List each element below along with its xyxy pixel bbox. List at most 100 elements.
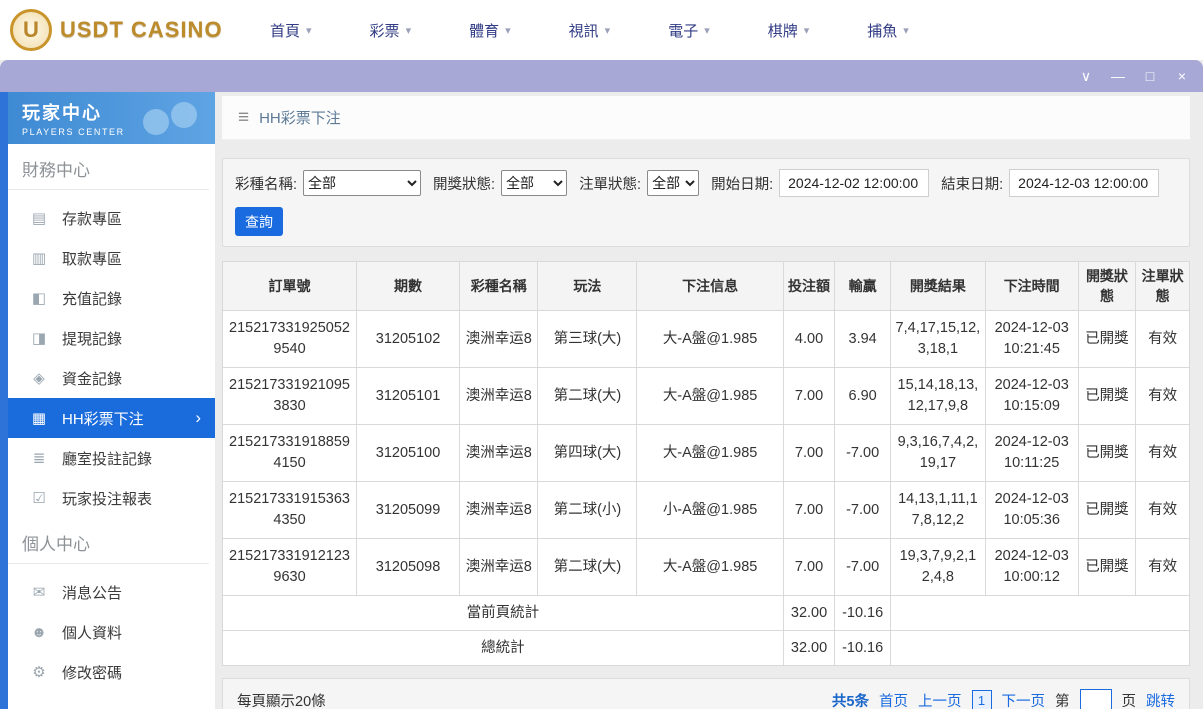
cell-winloss: 6.90	[834, 367, 891, 426]
cell-winloss: 3.94	[834, 309, 891, 369]
menu-icon[interactable]: ≡	[238, 107, 249, 129]
window-close-button[interactable]: ×	[1169, 65, 1195, 87]
cell-lottery-name: 澳洲幸运8	[459, 424, 539, 483]
current-page-number[interactable]: 1	[971, 690, 992, 709]
page-title: HH彩票下注	[259, 110, 341, 127]
sidebar-item-recharge-records[interactable]: ◧ 充值記錄	[8, 278, 215, 318]
cell-draw-result: 14,13,1,11,17,8,12,2	[889, 481, 986, 540]
cell-draw-status: 已開獎	[1077, 367, 1137, 426]
sidebar-item-withdraw[interactable]: ▥ 取款專區	[8, 238, 215, 278]
col-header-lottery-name: 彩種名稱	[459, 261, 539, 311]
sidebar-item-player-bet-report[interactable]: ☑ 玩家投注報表	[8, 478, 215, 518]
cell-draw-result: 9,3,16,7,4,2,19,17	[889, 424, 986, 483]
window-minimize-button[interactable]: —	[1105, 65, 1131, 87]
filter-end-date: 結束日期:	[941, 169, 1160, 197]
cell-period: 31205099	[356, 481, 461, 540]
bets-table: 訂單號 期數 彩種名稱 玩法 下注信息 投注額 輸贏 開獎結果 下注時間 開獎狀…	[221, 261, 1191, 667]
sidebar-item-cashout-records[interactable]: ◨ 提現記錄	[8, 318, 215, 358]
first-page-link[interactable]: 首页	[879, 690, 908, 709]
nav-item-video[interactable]: 視訊 ▾	[569, 20, 611, 41]
window-maximize-button[interactable]: □	[1137, 65, 1163, 87]
nav-item-home[interactable]: 首頁 ▾	[270, 20, 312, 41]
cell-period: 31205100	[356, 424, 461, 483]
sidebar-item-label: 資金記錄	[62, 370, 123, 388]
sidebar-item-announcements[interactable]: ✉ 消息公告	[8, 572, 215, 612]
app-window: U USDT CASINO 首頁 ▾ 彩票 ▾ 體育 ▾ 視訊 ▾ 電子 ▾ 棋…	[0, 0, 1203, 709]
cell-bet-time: 2024-12-03 10:15:09	[984, 367, 1079, 426]
nav-item-slots[interactable]: 電子 ▾	[668, 20, 710, 41]
jump-button[interactable]: 跳转	[1146, 690, 1175, 709]
sidebar-item-hall-bet-records[interactable]: ≣ 廳室投註記錄	[8, 438, 215, 478]
search-button[interactable]: 查詢	[235, 207, 283, 236]
cell-bet-amount: 7.00	[782, 424, 836, 483]
cell-play-type: 第三球(大)	[537, 309, 638, 369]
cell-bet-amount: 7.00	[782, 481, 836, 540]
sidebar-item-label: 取款專區	[62, 250, 123, 268]
cell-period: 31205098	[356, 538, 461, 597]
cell-play-type: 第二球(小)	[537, 481, 638, 540]
cell-bet-status: 有效	[1135, 481, 1190, 540]
cell-play-type: 第四球(大)	[537, 424, 638, 483]
left-accent-strip	[0, 92, 8, 709]
nav-item-cards[interactable]: 棋牌 ▾	[768, 20, 810, 41]
filter-row: 彩種名稱: 全部 開獎狀態: 全部 注單狀態: 全部 開始日期: 2024-12…	[235, 169, 1177, 197]
table-row: 2152173319188594150 31205100 澳洲幸运8 第四球(大…	[221, 424, 1190, 483]
end-date-label: 結束日期:	[941, 176, 1004, 193]
sidebar-item-label: 修改密碼	[62, 664, 123, 682]
window-collapse-button[interactable]: ∨	[1073, 65, 1099, 87]
start-date-input[interactable]	[779, 169, 930, 197]
table-header-row: 訂單號 期數 彩種名稱 玩法 下注信息 投注額 輸贏 開獎結果 下注時間 開獎狀…	[221, 261, 1190, 311]
sidebar-item-profile[interactable]: ☻ 個人資料	[8, 612, 215, 652]
cell-order-no: 2152173319210953830	[221, 367, 358, 426]
cell-bet-info: 大-A盤@1.985	[636, 538, 784, 597]
draw-status-select[interactable]: 全部	[501, 170, 568, 196]
prev-page-link[interactable]: 上一页	[918, 690, 962, 709]
summary-empty-cell	[889, 630, 1191, 667]
table-row: 2152173319121239630 31205098 澳洲幸运8 第二球(大…	[221, 538, 1190, 597]
sidebar-item-label: 提現記錄	[62, 330, 123, 348]
arrow-right-icon: ›	[195, 408, 201, 427]
sidebar-item-hh-lottery-bets[interactable]: ▦ HH彩票下注 ›	[8, 398, 215, 438]
sidebar: 玩家中心 PLAYERS CENTER 財務中心 ▤ 存款專區 ▥ 取款專區 ◧…	[8, 92, 215, 709]
chevron-down-icon: ▾	[306, 24, 312, 37]
cell-winloss: -7.00	[834, 481, 891, 540]
page-size-text: 每頁顯示20條	[237, 693, 326, 709]
cell-period: 31205101	[356, 367, 461, 426]
jump-label-before: 第	[1055, 693, 1070, 709]
bet-status-select[interactable]: 全部	[647, 170, 700, 196]
end-date-input[interactable]	[1009, 169, 1160, 197]
nav-item-label: 視訊	[568, 22, 599, 40]
filter-draw-status: 開獎狀態: 全部	[433, 170, 568, 196]
nav-item-sports[interactable]: 體育 ▾	[469, 20, 511, 41]
pagination-controls: 共5条 首页 上一页 1 下一页 第 页 跳转	[832, 689, 1175, 709]
cell-draw-status: 已開獎	[1077, 424, 1137, 483]
cell-bet-status: 有效	[1135, 424, 1190, 483]
summary-row-current-page: 當前頁統計 32.00 -10.16	[222, 595, 1191, 632]
sidebar-item-funds-records[interactable]: ◈ 資金記錄	[8, 358, 215, 398]
sidebar-item-deposit[interactable]: ▤ 存款專區	[8, 198, 215, 238]
lottery-icon: ▦	[31, 410, 47, 427]
summary-winloss: -10.16	[834, 630, 891, 667]
nav-item-label: 首頁	[270, 22, 301, 40]
page-jump-input[interactable]	[1079, 689, 1112, 709]
col-header-order-no: 訂單號	[221, 261, 358, 311]
nav-item-label: 電子	[668, 22, 699, 40]
start-date-label: 開始日期:	[711, 176, 774, 193]
col-header-draw-result: 開獎結果	[889, 261, 986, 311]
brand-logo[interactable]: U USDT CASINO	[10, 9, 242, 51]
col-header-bet-time: 下注時間	[984, 261, 1079, 311]
sidebar-item-label: 充值記錄	[62, 290, 123, 308]
nav-item-lottery[interactable]: 彩票 ▾	[370, 20, 412, 41]
lottery-name-select[interactable]: 全部	[303, 170, 422, 196]
sidebar-item-change-password[interactable]: ⚙ 修改密碼	[8, 652, 215, 692]
summary-winloss: -10.16	[834, 595, 891, 632]
cell-bet-info: 大-A盤@1.985	[636, 424, 784, 483]
cell-lottery-name: 澳洲幸运8	[459, 538, 539, 597]
sidebar-item-label: 存款專區	[62, 210, 123, 228]
cell-lottery-name: 澳洲幸运8	[459, 481, 539, 540]
sidebar-header: 玩家中心 PLAYERS CENTER	[8, 92, 215, 144]
next-page-link[interactable]: 下一页	[1002, 690, 1046, 709]
cell-bet-time: 2024-12-03 10:21:45	[984, 309, 1079, 369]
nav-item-fishing[interactable]: 捕魚 ▾	[867, 20, 909, 41]
chevron-down-icon: ▾	[505, 24, 511, 37]
